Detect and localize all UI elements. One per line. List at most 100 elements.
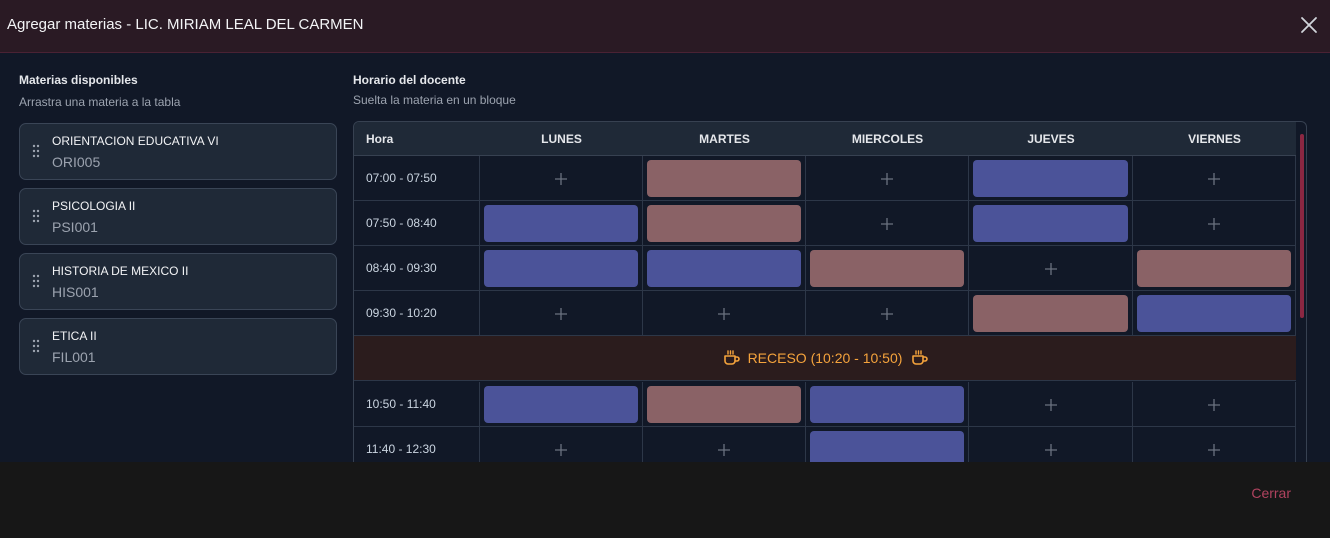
- empty-slot[interactable]: [480, 156, 643, 201]
- empty-slot[interactable]: [643, 427, 806, 462]
- subject-block[interactable]: [1137, 250, 1291, 287]
- empty-slot[interactable]: [806, 156, 969, 201]
- subject-code: PSI001: [52, 219, 98, 235]
- empty-slot[interactable]: [1133, 156, 1296, 201]
- plus-icon: [718, 307, 730, 320]
- empty-slot[interactable]: [969, 382, 1133, 427]
- empty-slot[interactable]: [969, 246, 1133, 291]
- cerrar-button[interactable]: Cerrar: [1251, 485, 1291, 501]
- subject-card[interactable]: ORIENTACION EDUCATIVA VI ORI005: [19, 123, 337, 180]
- subject-card[interactable]: HISTORIA DE MEXICO II HIS001: [19, 253, 337, 310]
- subject-block[interactable]: [647, 386, 801, 423]
- assigned-slot: [480, 246, 643, 291]
- subject-card[interactable]: ETICA II FIL001: [19, 318, 337, 375]
- close-icon: [1301, 17, 1317, 33]
- schedule-table-header: Hora LUNES MARTES MIERCOLES JUEVES VIERNES: [354, 122, 1296, 156]
- schedule-row: 11:40 - 12:30: [354, 427, 1296, 462]
- empty-slot[interactable]: [806, 201, 969, 246]
- scrollbar-thumb[interactable]: [1300, 134, 1304, 318]
- modal-footer: Cerrar: [0, 462, 1330, 538]
- plus-icon: [555, 172, 567, 185]
- subject-block[interactable]: [484, 250, 638, 287]
- available-subjects-title: Materias disponibles: [19, 73, 138, 87]
- drag-handle-icon[interactable]: [32, 144, 40, 158]
- column-header-hora: Hora: [366, 132, 394, 146]
- assigned-slot: [480, 382, 643, 427]
- subject-block[interactable]: [484, 205, 638, 242]
- plus-icon: [881, 217, 893, 230]
- empty-slot[interactable]: [969, 427, 1133, 462]
- assigned-slot: [806, 246, 969, 291]
- schedule-row: 08:40 - 09:30: [354, 246, 1296, 291]
- plus-icon: [1208, 217, 1220, 230]
- empty-slot[interactable]: [480, 427, 643, 462]
- modal-title: Agregar materias - LIC. MIRIAM LEAL DEL …: [7, 16, 364, 33]
- assigned-slot: [969, 291, 1133, 336]
- add-subjects-modal: Agregar materias - LIC. MIRIAM LEAL DEL …: [0, 0, 1330, 538]
- column-header-day: MIERCOLES: [851, 132, 924, 146]
- plus-icon: [1044, 443, 1057, 456]
- time-slot-label: 09:30 - 10:20: [354, 291, 480, 336]
- drag-handle-icon[interactable]: [32, 339, 40, 353]
- teacher-schedule-subtitle: Suelta la materia en un bloque: [353, 93, 516, 107]
- drag-handle-icon[interactable]: [32, 274, 40, 288]
- assigned-slot: [1133, 246, 1296, 291]
- schedule-scrollbar[interactable]: [1299, 124, 1305, 462]
- subject-block[interactable]: [647, 205, 801, 242]
- subject-block[interactable]: [647, 250, 801, 287]
- subject-name: ORIENTACION EDUCATIVA VI: [52, 134, 219, 148]
- subject-block[interactable]: [973, 295, 1128, 332]
- plus-icon: [718, 443, 730, 456]
- assigned-slot: [643, 156, 806, 201]
- subject-block[interactable]: [973, 205, 1128, 242]
- column-header-day: MARTES: [699, 132, 750, 146]
- schedule-row: 07:50 - 08:40: [354, 201, 1296, 246]
- time-slot-label: 10:50 - 11:40: [354, 382, 480, 427]
- close-button[interactable]: [1299, 15, 1319, 35]
- assigned-slot: [969, 201, 1133, 246]
- empty-slot[interactable]: [1133, 382, 1296, 427]
- subject-name: ETICA II: [52, 329, 97, 343]
- plus-icon: [1044, 262, 1057, 275]
- assigned-slot: [969, 156, 1133, 201]
- available-subjects-subtitle: Arrastra una materia a la tabla: [19, 95, 181, 109]
- subject-block[interactable]: [647, 160, 801, 197]
- assigned-slot: [643, 246, 806, 291]
- time-slot-label: 11:40 - 12:30: [354, 427, 480, 462]
- schedule-row: 09:30 - 10:20: [354, 291, 1296, 336]
- column-header-day: VIERNES: [1188, 132, 1241, 146]
- assigned-slot: [1133, 291, 1296, 336]
- modal-header: Agregar materias - LIC. MIRIAM LEAL DEL …: [0, 0, 1330, 53]
- empty-slot[interactable]: [643, 291, 806, 336]
- column-header-day: LUNES: [541, 132, 582, 146]
- empty-slot[interactable]: [480, 291, 643, 336]
- teacher-schedule-title: Horario del docente: [353, 73, 466, 87]
- plus-icon: [555, 307, 567, 320]
- time-slot-label: 07:00 - 07:50: [354, 156, 480, 201]
- plus-icon: [881, 307, 893, 320]
- empty-slot[interactable]: [1133, 201, 1296, 246]
- subject-block[interactable]: [810, 431, 964, 462]
- coffee-icon: [723, 350, 740, 365]
- assigned-slot: [806, 427, 969, 462]
- empty-slot[interactable]: [1133, 427, 1296, 462]
- subject-block[interactable]: [973, 160, 1128, 197]
- empty-slot[interactable]: [806, 291, 969, 336]
- modal-body: Materias disponibles Arrastra una materi…: [0, 54, 1330, 462]
- subject-card[interactable]: PSICOLOGIA II PSI001: [19, 188, 337, 245]
- schedule-row: 07:00 - 07:50: [354, 156, 1296, 201]
- plus-icon: [1208, 172, 1220, 185]
- recess-label: RECESO (10:20 - 10:50): [747, 350, 903, 366]
- schedule-table: Hora LUNES MARTES MIERCOLES JUEVES VIERNES 07…: [353, 121, 1307, 462]
- subject-block[interactable]: [484, 386, 638, 423]
- drag-handle-icon[interactable]: [32, 209, 40, 223]
- assigned-slot: [480, 201, 643, 246]
- subject-block[interactable]: [810, 386, 964, 423]
- plus-icon: [881, 172, 893, 185]
- plus-icon: [1208, 443, 1220, 456]
- assigned-slot: [806, 382, 969, 427]
- subject-name: HISTORIA DE MEXICO II: [52, 264, 189, 278]
- assigned-slot: [643, 201, 806, 246]
- subject-block[interactable]: [810, 250, 964, 287]
- subject-block[interactable]: [1137, 295, 1291, 332]
